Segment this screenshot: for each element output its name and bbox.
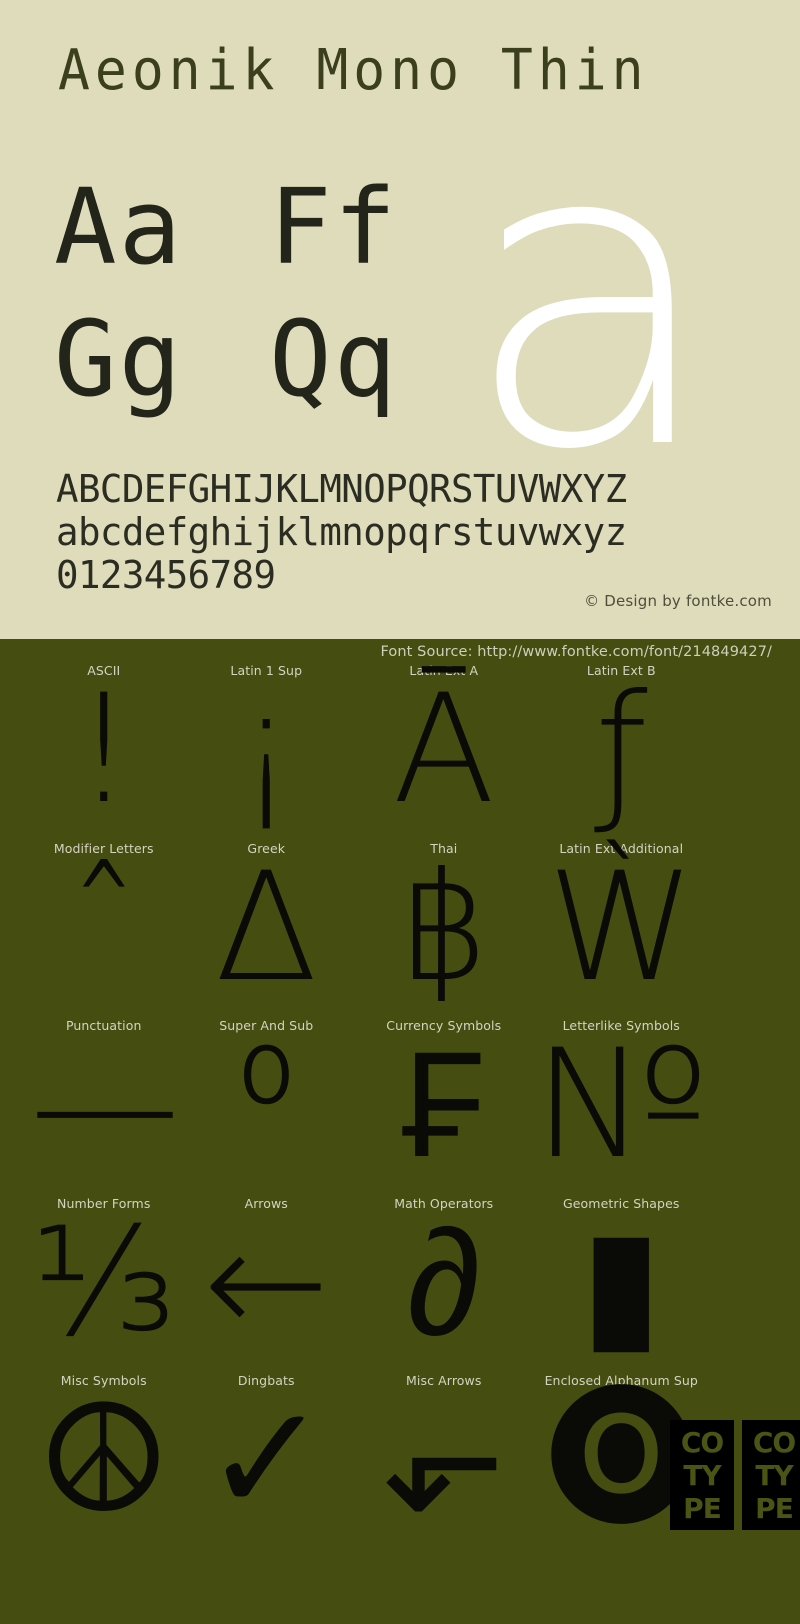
unicode-block-glyph: ƒ — [594, 663, 648, 837]
sample-pair-gg: Gg — [54, 298, 184, 420]
unicode-block-cell: Geometric Shapes ▮ — [533, 1188, 711, 1370]
sample-pair-ff: Ff — [269, 166, 399, 288]
unicode-block-cell: Letterlike Symbols № — [533, 1010, 711, 1192]
unicode-block-cell: Latin Ext Bƒ — [533, 655, 711, 837]
font-specimen-page: Aeonik Mono Thin a Aa Ff Gg Qq ABCDEFGHI… — [0, 0, 800, 1624]
unicode-block-cell: Number Forms ⅓ — [30, 1188, 178, 1370]
unicode-block-glyph: ⬐ — [381, 1373, 507, 1547]
unicode-block-cell: Latin Ext AĀ — [355, 655, 533, 837]
unicode-block-cell: Arrows ← — [178, 1188, 356, 1370]
unicode-block-cell: Greek Δ — [178, 833, 356, 1015]
unicode-block-glyph: ∂ — [406, 1195, 481, 1370]
unicode-block-glyph: ¡ — [236, 663, 297, 837]
unicode-block-glyph: ← — [203, 1195, 330, 1370]
unicode-block-cell: Math Operators ∂ — [355, 1188, 533, 1370]
hero-glyph-a: a — [462, 53, 720, 542]
cotype-logo-line: TY — [683, 1458, 721, 1492]
alphabet-digits: 0123456789 — [56, 553, 276, 597]
unicode-block-glyph: ₣ — [402, 1018, 486, 1192]
unicode-block-glyph: ✓ — [203, 1373, 330, 1547]
cotype-logo-line: PE — [755, 1491, 794, 1525]
unicode-block-cell: Punctuation — — [30, 1010, 180, 1192]
unicode-block-cell: Misc Symbols ☮ — [30, 1365, 178, 1547]
alphabet-block: ABCDEFGHIJKLMNOPQRSTUVWXYZ abcdefghijklm… — [56, 468, 635, 597]
unicode-block-glyph: ▮ — [579, 1195, 663, 1370]
sample-pair-aa: Aa — [54, 166, 184, 288]
cotype-logo-line: PE — [683, 1491, 722, 1525]
unicode-block-glyph: ! — [73, 663, 134, 837]
unicode-block-cell: Currency Symbols ₣ — [355, 1010, 533, 1192]
unicode-block-cell: Modifier Letters ˆ — [30, 833, 178, 1015]
sample-letter-pairs: Aa Ff Gg Qq — [54, 172, 484, 436]
alphabet-lowercase: abcdefghijklmnopqrstuvwxyz — [56, 510, 627, 554]
unicode-block-cell: Misc Arrows ⬐ — [355, 1365, 533, 1547]
unicode-block-glyph: № — [533, 1018, 709, 1192]
unicode-block-glyph: ⅓ — [31, 1195, 177, 1370]
unicode-block-cell: Thai ฿ — [355, 833, 533, 1015]
unicode-blocks-panel: Font Source: http://www.fontke.com/font/… — [0, 639, 800, 1624]
cotype-logo-tile: CO TY PE — [742, 1420, 800, 1530]
unicode-block-cell: Dingbats ✓ — [178, 1365, 356, 1547]
unicode-block-glyph: ฿ — [396, 840, 492, 1015]
unicode-block-cell: Latin 1 Sup ¡ — [178, 655, 356, 837]
cotype-logo-tile: CO TY PE — [670, 1420, 734, 1530]
design-credit: © Design by fontke.com — [584, 592, 772, 610]
cotype-logo-line: TY — [755, 1458, 793, 1492]
unicode-block-glyph: ⁰ — [236, 1018, 297, 1192]
unicode-block-cell: Latin Ext Additional Ẁ — [533, 833, 711, 1015]
specimen-panel: Aeonik Mono Thin a Aa Ff Gg Qq ABCDEFGHI… — [0, 0, 800, 639]
unicode-block-glyph: Δ — [214, 840, 318, 1015]
cotype-logo-line: CO — [752, 1425, 796, 1459]
unicode-blocks-grid: ASCII! Latin 1 Sup ¡ Latin Ext A Ā Latin Ext … — [0, 655, 800, 1547]
unicode-block-glyph: ˆ — [66, 840, 142, 1015]
sample-pair-row: Aa Ff — [54, 172, 484, 304]
unicode-block-cell: ASCII! — [30, 655, 178, 837]
sample-pair-qq: Qq — [269, 298, 399, 420]
sample-pair-row: Gg Qq — [54, 304, 484, 436]
alphabet-uppercase: ABCDEFGHIJKLMNOPQRSTUVWXYZ — [56, 467, 627, 511]
unicode-block-glyph: Ẁ — [547, 840, 696, 1015]
unicode-block-glyph: — — [30, 1018, 180, 1192]
cotype-logo-strip: CO TY PE CO TY PE — [670, 1420, 800, 1530]
unicode-block-glyph: ☮ — [36, 1373, 171, 1547]
cotype-logo-line: CO — [680, 1425, 724, 1459]
unicode-block-glyph: Ā — [392, 663, 496, 837]
unicode-block-cell: Super And Sub ⁰ — [178, 1010, 356, 1192]
